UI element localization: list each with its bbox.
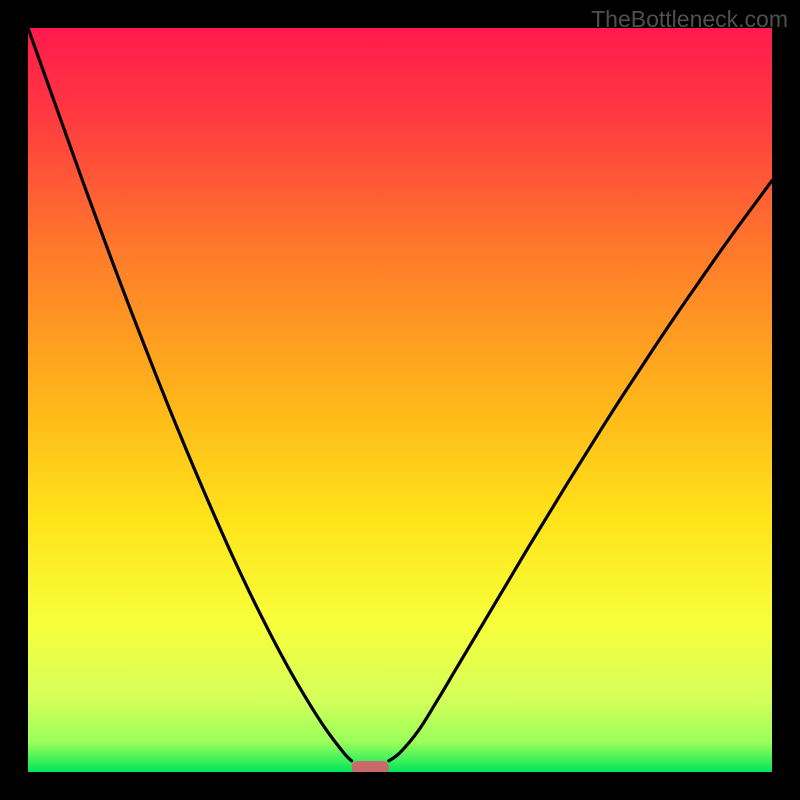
gradient-background <box>28 28 772 772</box>
plot-area <box>28 28 772 772</box>
chart-container: TheBottleneck.com <box>0 0 800 800</box>
watermark-text: TheBottleneck.com <box>591 6 788 33</box>
min-marker <box>352 761 389 772</box>
chart-svg <box>28 28 772 772</box>
